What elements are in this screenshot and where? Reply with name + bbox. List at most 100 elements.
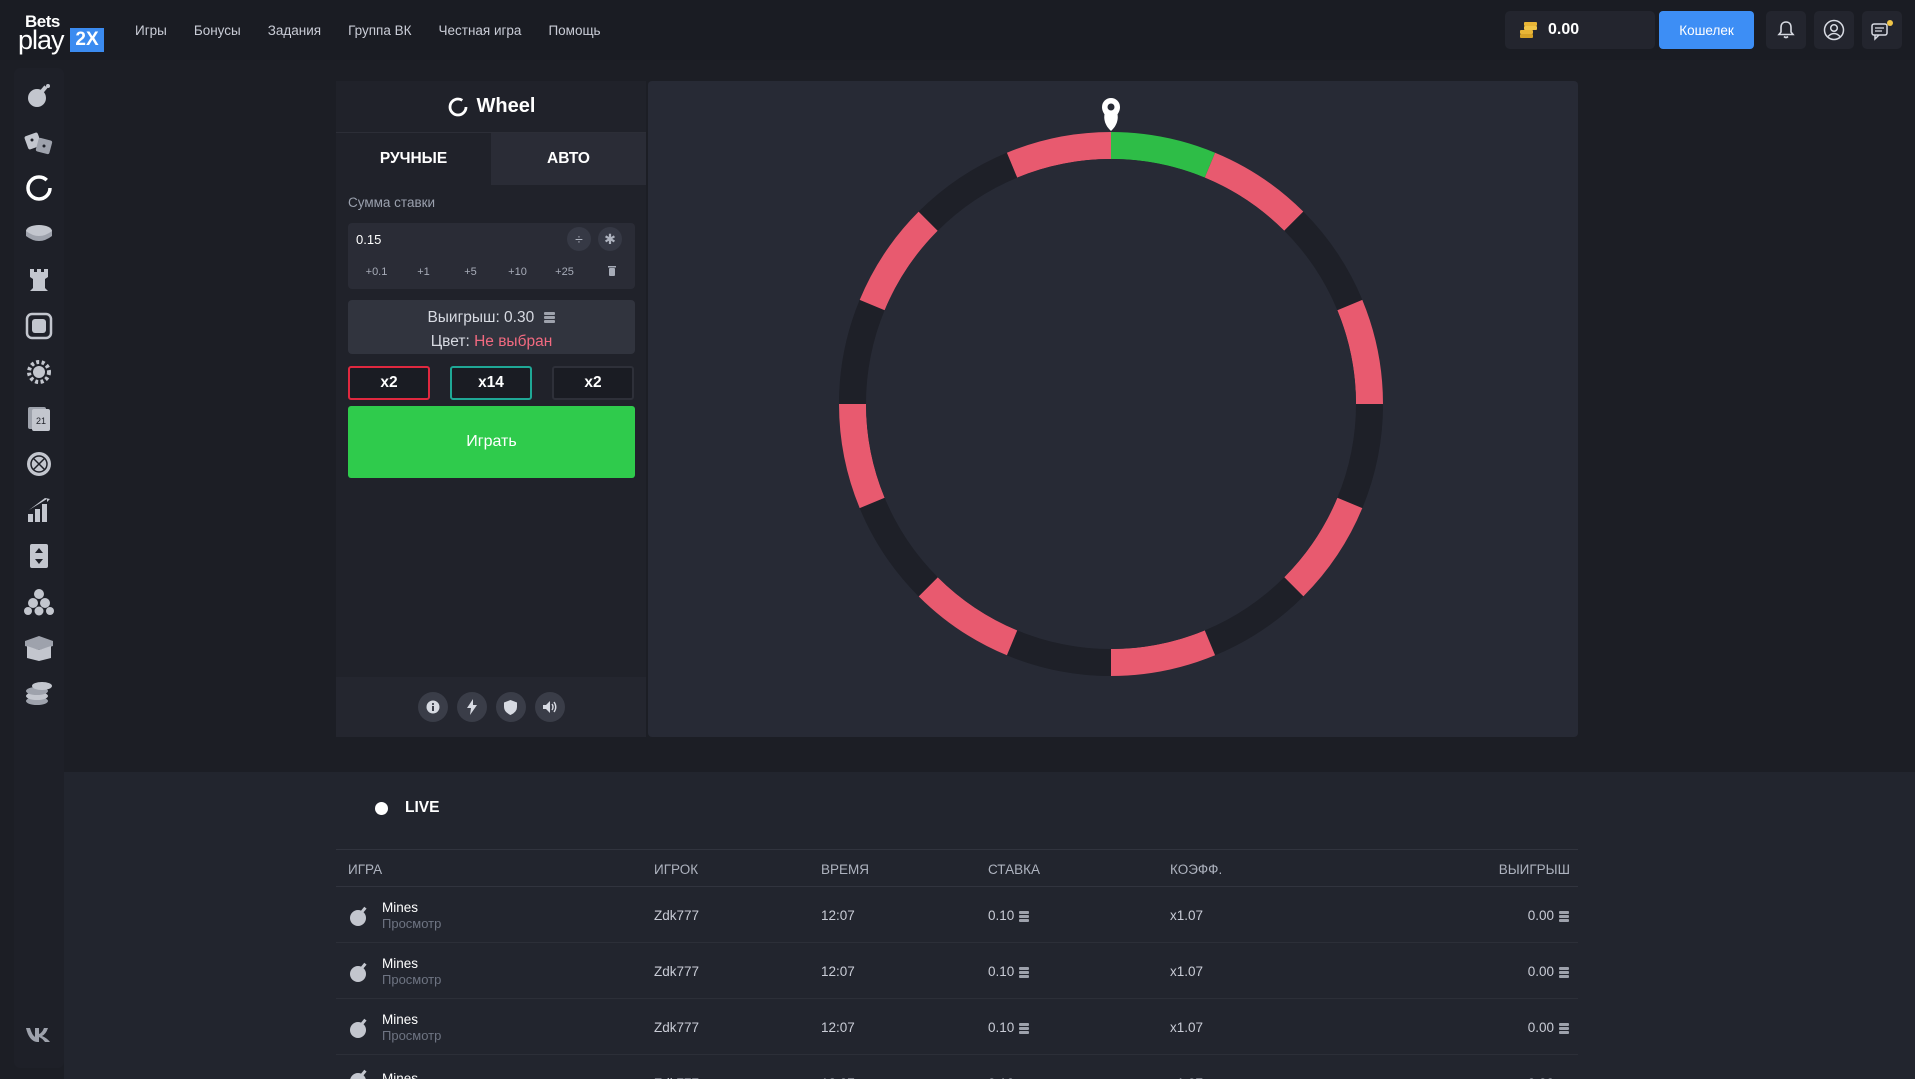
bet-time: 12:07 bbox=[821, 908, 855, 923]
lightning-icon bbox=[466, 699, 477, 715]
nav-link-tasks[interactable]: Задания bbox=[268, 23, 321, 38]
table-row[interactable]: MinesZdk77712:070.10x1.070.00 bbox=[336, 1055, 1578, 1079]
bet-amount-label: Сумма ставки bbox=[348, 195, 436, 210]
fairness-button[interactable] bbox=[495, 692, 526, 722]
sidebar-item-crash[interactable] bbox=[23, 494, 55, 526]
sidebar-item-pyramid[interactable] bbox=[23, 586, 55, 618]
bell-icon bbox=[1777, 21, 1795, 39]
multiplier-red-button[interactable]: x2 bbox=[348, 366, 430, 400]
bet-amount-value: 0.10 bbox=[988, 1020, 1015, 1035]
multiplier-green-button[interactable]: x14 bbox=[450, 366, 532, 400]
bet-time: 12:07 bbox=[821, 1020, 855, 1035]
table-row[interactable]: Mines Просмотр Zdk777 12:07 0.10 x1.07 0.00 bbox=[336, 943, 1578, 999]
game-cell[interactable]: Mines Просмотр bbox=[348, 956, 441, 988]
bet-amount-value: 0.10 bbox=[988, 964, 1015, 979]
coin-stack-icon bbox=[1559, 911, 1569, 923]
multiplier-black-button[interactable]: x2 bbox=[552, 366, 634, 400]
balance-amount: 0.00 bbox=[1548, 21, 1580, 38]
tab-auto[interactable]: АВТО bbox=[491, 133, 646, 185]
sidebar-item-tower[interactable] bbox=[23, 264, 55, 296]
box-icon bbox=[25, 636, 53, 661]
table-row[interactable]: Mines Просмотр Zdk777 12:07 0.10 x1.07 0.00 bbox=[336, 887, 1578, 943]
clear-bet-button[interactable] bbox=[588, 265, 635, 279]
quick-bet-10[interactable]: +10 bbox=[494, 266, 541, 278]
sound-icon bbox=[542, 701, 556, 713]
game-tools-bar bbox=[336, 677, 646, 737]
bet-double-button[interactable]: ✱ bbox=[598, 227, 622, 251]
game-name: Mines bbox=[382, 1071, 419, 1079]
live-title: LIVE bbox=[405, 799, 440, 816]
bomb-icon bbox=[350, 906, 367, 926]
wheel bbox=[839, 98, 1383, 676]
sidebar-item-mines[interactable] bbox=[23, 80, 55, 112]
sidebar-item-plinko[interactable] bbox=[23, 356, 55, 388]
keno-icon bbox=[25, 312, 53, 340]
nav-link-help[interactable]: Помощь bbox=[548, 23, 600, 38]
view-link[interactable]: Просмотр bbox=[382, 972, 441, 988]
user-icon bbox=[1823, 19, 1845, 41]
bar-chart-icon bbox=[28, 498, 50, 522]
nav-link-vk-group[interactable]: Группа ВК bbox=[348, 23, 411, 38]
bomb-icon bbox=[350, 1069, 367, 1079]
game-title-bar: Wheel bbox=[336, 81, 646, 133]
wallet-button[interactable]: Кошелек bbox=[1659, 11, 1754, 49]
main-nav: Игры Бонусы Задания Группа ВК Честная иг… bbox=[135, 0, 601, 60]
col-player: ИГРОК bbox=[654, 862, 699, 877]
coefficient: x1.07 bbox=[1170, 908, 1204, 923]
col-game: ИГРА bbox=[348, 862, 383, 877]
fast-mode-button[interactable] bbox=[456, 692, 487, 722]
nav-link-bonuses[interactable]: Бонусы bbox=[194, 23, 241, 38]
sidebar-vk-link[interactable] bbox=[23, 1018, 55, 1050]
bet-halve-button[interactable]: ÷ bbox=[567, 227, 591, 251]
site-logo[interactable]: Bets play 2X bbox=[18, 12, 106, 55]
win-amount-value: 0.00 bbox=[1527, 908, 1554, 923]
info-icon bbox=[426, 700, 439, 714]
win-amount-value: 0.00 bbox=[1527, 964, 1554, 979]
sidebar-item-blackjack[interactable]: 21 bbox=[23, 402, 55, 434]
nav-link-fair-play[interactable]: Честная игра bbox=[439, 23, 522, 38]
view-link[interactable]: Просмотр bbox=[382, 916, 441, 932]
table-row[interactable]: Mines Просмотр Zdk777 12:07 0.10 x1.07 0.00 bbox=[336, 999, 1578, 1055]
sidebar-item-coins[interactable] bbox=[23, 678, 55, 710]
bomb-icon bbox=[350, 962, 367, 982]
play-button[interactable]: Играть bbox=[348, 406, 635, 478]
game-name: Mines bbox=[382, 900, 419, 915]
nav-link-games[interactable]: Игры bbox=[135, 23, 167, 38]
bet-amount-value: 0.10 bbox=[988, 908, 1015, 923]
game-info-button[interactable] bbox=[417, 692, 448, 722]
live-indicator-dot bbox=[375, 801, 388, 815]
sidebar-item-cases[interactable] bbox=[23, 632, 55, 664]
quick-bet-1[interactable]: +1 bbox=[400, 266, 447, 278]
sound-toggle-button[interactable] bbox=[534, 692, 565, 722]
chat-icon bbox=[1871, 20, 1893, 41]
profile-button[interactable] bbox=[1814, 11, 1854, 49]
quick-bet-0-1[interactable]: +0.1 bbox=[353, 266, 400, 278]
quick-bet-5[interactable]: +5 bbox=[447, 266, 494, 278]
game-cell[interactable]: Mines Просмотр bbox=[348, 900, 441, 932]
quick-bet-25[interactable]: +25 bbox=[541, 266, 588, 278]
sidebar-item-hilo[interactable] bbox=[23, 540, 55, 572]
sidebar-item-keno[interactable] bbox=[23, 310, 55, 342]
sidebar-item-roulette[interactable] bbox=[23, 448, 55, 480]
view-link[interactable]: Просмотр bbox=[382, 1028, 441, 1044]
coin-stack-icon bbox=[1019, 1023, 1030, 1035]
notifications-button[interactable] bbox=[1766, 11, 1806, 49]
sidebar-item-dice[interactable] bbox=[23, 126, 55, 158]
wheel-icon bbox=[448, 97, 467, 116]
wheel-icon bbox=[26, 175, 52, 201]
sidebar-item-coinflip[interactable] bbox=[23, 218, 55, 250]
game-cell[interactable]: Mines Просмотр bbox=[348, 1012, 441, 1044]
win-amount: 0.00 bbox=[1528, 964, 1570, 979]
coefficient: x1.07 bbox=[1170, 964, 1204, 979]
logo-play-text: play bbox=[18, 25, 65, 55]
win-info-box: Выигрыш: 0.30 Цвет: Не выбран bbox=[348, 300, 635, 354]
wheel-pointer bbox=[1102, 98, 1120, 131]
bet-time: 12:07 bbox=[821, 964, 855, 979]
sidebar-item-wheel[interactable] bbox=[23, 172, 55, 204]
game-cell[interactable]: Mines bbox=[348, 1068, 418, 1079]
chat-button[interactable] bbox=[1862, 11, 1902, 49]
bet-amount-value: 0.15 bbox=[356, 231, 382, 247]
bet-amount: 0.10 bbox=[988, 964, 1030, 979]
tab-manual[interactable]: РУЧНЫЕ bbox=[336, 133, 491, 185]
bet-amount-input[interactable]: 0.15 ÷ ✱ bbox=[348, 223, 635, 255]
